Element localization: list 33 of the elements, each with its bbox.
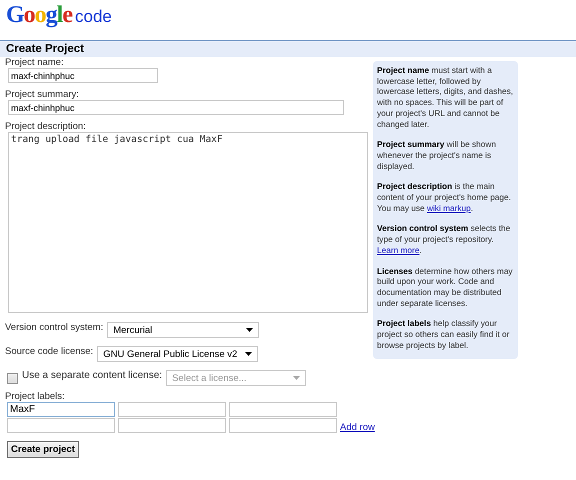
text-field[interactable]: maxf-chinhphuc: [8, 68, 158, 83]
field-label: Source code license:: [5, 346, 94, 357]
description-field[interactable]: trang upload file javascript cua MaxF: [8, 132, 368, 313]
checkbox-label: Use a separate content license:: [22, 370, 162, 381]
dropdown[interactable]: Mercurial: [107, 322, 260, 338]
text-field[interactable]: maxf-chinhphuc: [8, 100, 344, 115]
caret-icon: [245, 352, 252, 356]
field-label: Version control system:: [5, 322, 104, 333]
label-field[interactable]: [229, 418, 337, 433]
add-row-link[interactable]: Add row: [340, 422, 375, 433]
help-paragraph: Project name must start with a lowercase letter, followed by lowercase letters, digits, and dashes, with no spaces. This will be part of your project's URL and cannot be changed later.: [377, 65, 514, 130]
field-label: Project name:: [5, 57, 64, 68]
label-field[interactable]: [118, 418, 226, 433]
caret-icon: [293, 376, 300, 380]
help-paragraph: Project labels help classify your project so others can easily find it or browse projects by label.: [377, 318, 510, 350]
dropdown[interactable]: GNU General Public License v2: [97, 346, 258, 362]
field-label: Project labels:: [5, 391, 65, 402]
field-label: Project description:: [5, 121, 86, 132]
help-link[interactable]: wiki markup: [426, 202, 471, 213]
label-field[interactable]: [118, 402, 226, 417]
help-paragraph: Project summary will be shown whenever the project's name is displayed.: [377, 139, 497, 172]
caret-icon: [246, 328, 254, 332]
help-paragraph: Version control system selects the type of your project's repository. Learn more.: [377, 223, 512, 256]
help-paragraph: Licenses determine how others may build upon your work. Code and documentation may be distributed under separate licenses.: [377, 266, 514, 308]
field-label: Project summary:: [5, 89, 79, 100]
page-heading: Create Project: [0, 40, 576, 57]
label-field[interactable]: [229, 402, 337, 417]
label-field[interactable]: MaxF: [7, 402, 115, 417]
help-link[interactable]: Learn more: [377, 244, 420, 255]
label-field[interactable]: [7, 418, 115, 433]
logo: Googlecode: [6, 1, 112, 30]
create-project-button[interactable]: Create project: [7, 441, 79, 458]
help-paragraph: Project description is the main content of your project's home page. You may use wiki markup.: [377, 181, 512, 214]
